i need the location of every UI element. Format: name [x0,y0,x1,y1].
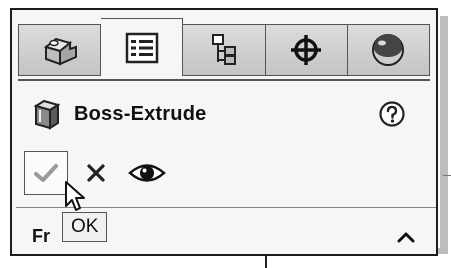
configuration-tree-icon [212,34,236,65]
ok-button[interactable] [24,151,68,195]
mouse-pointer-icon [65,181,85,211]
tab-dimxpertmanager[interactable] [265,24,348,76]
feature-header: Boss-Extrude [32,96,206,132]
tab-configurationmanager[interactable] [183,24,266,76]
panel-shadow-right [440,16,448,254]
manager-tabs [18,18,431,80]
extrude-feature-icon [33,99,61,130]
chevron-up-icon[interactable] [396,230,416,244]
background-model-edge [443,175,451,176]
section-title[interactable]: Fr [32,226,50,247]
tooltip-text: OK [71,216,99,237]
appearance-sphere-icon [372,34,405,66]
help-circle-icon[interactable] [378,100,406,128]
tabs-baseline [18,79,430,81]
property-list-icon [125,32,159,63]
preview-button[interactable] [128,161,166,185]
eye-icon [128,164,166,182]
tab-propertymanager[interactable] [101,18,184,76]
crosshair-icon [291,35,322,65]
tab-featuremanager[interactable] [18,24,102,76]
tab-displaymanager[interactable] [347,24,431,76]
part-cube-icon [43,37,77,66]
checkmark-icon [34,164,58,182]
ok-tooltip: OK [62,212,108,242]
property-manager-panel: Boss-Extrude Fr OK [10,8,438,256]
action-buttons [24,148,166,198]
feature-title: Boss-Extrude [74,102,207,125]
